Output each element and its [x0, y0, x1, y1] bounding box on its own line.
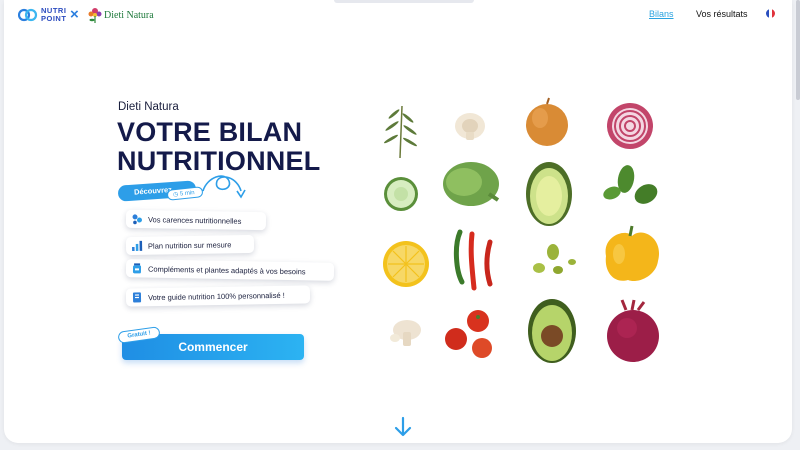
cherry-tomatoes-icon [445, 310, 492, 358]
avocado-pit-icon [528, 299, 576, 363]
onion-icon [526, 97, 568, 146]
mushroom-icon [455, 113, 485, 140]
guide-book-icon [131, 291, 143, 303]
basil-icon [603, 165, 658, 204]
vegetables-image [383, 97, 660, 363]
header: NUTRI POINT × Dieti Natura Bilans Vos ré… [4, 0, 792, 32]
nutripoint-logo-icon [18, 8, 38, 22]
supplement-jar-icon [131, 262, 143, 274]
hero-title: VOTRE BILAN NUTRITIONNEL [117, 117, 321, 176]
dieti-natura-logo-text: Dieti Natura [104, 9, 154, 21]
logo-separator: × [70, 6, 79, 23]
nutripoint-logo[interactable]: NUTRI POINT [18, 4, 66, 26]
nutripoint-logo-text: NUTRI POINT [41, 6, 67, 23]
rosemary-icon [384, 105, 417, 159]
feature-guide: Votre guide nutrition 100% personnalisé … [125, 285, 311, 307]
avocado-half-icon [526, 162, 572, 226]
nav-vos-resultats[interactable]: Vos résultats [696, 9, 748, 19]
scroll-down-arrow-icon[interactable] [393, 416, 413, 438]
dieti-natura-logo[interactable]: Dieti Natura [87, 4, 154, 26]
beetroot-icon [607, 299, 659, 362]
brand-subtitle: Dieti Natura [118, 101, 179, 113]
artichoke-icon [443, 162, 500, 206]
red-onion-icon [607, 103, 653, 149]
page-scrollbar[interactable] [796, 0, 800, 100]
chili-peppers-icon [453, 229, 493, 291]
feature-plan: Plan nutrition sur mesure [125, 234, 255, 256]
nav-bilans[interactable]: Bilans [649, 9, 674, 19]
french-flag-icon[interactable] [766, 9, 775, 18]
yellow-pepper-icon [605, 225, 660, 282]
feature-complements: Compléments et plantes adaptés à vos bes… [125, 259, 335, 281]
duration-badge: ◷ 5 min [166, 186, 204, 201]
feature-label: Plan nutrition sur mesure [147, 239, 232, 251]
page: NUTRI POINT × Dieti Natura Bilans Vos ré… [4, 0, 792, 443]
clock-icon: ◷ [172, 191, 179, 199]
feature-label: Votre guide nutrition 100% personnalisé … [147, 290, 285, 302]
lemon-icon [383, 241, 429, 287]
cucumber-icon [384, 177, 418, 211]
molecule-icon [131, 213, 143, 225]
flower-logo-icon [88, 8, 102, 23]
mushroom-halves-icon [390, 320, 421, 346]
olives-icon [533, 244, 576, 274]
feature-label: Vos carences nutritionnelles [147, 214, 242, 226]
feature-label: Compléments et plantes adaptés à vos bes… [147, 264, 306, 276]
swirl-arrow-icon [202, 175, 246, 199]
feature-carences: Vos carences nutritionnelles [125, 209, 267, 231]
chart-icon [131, 240, 143, 252]
